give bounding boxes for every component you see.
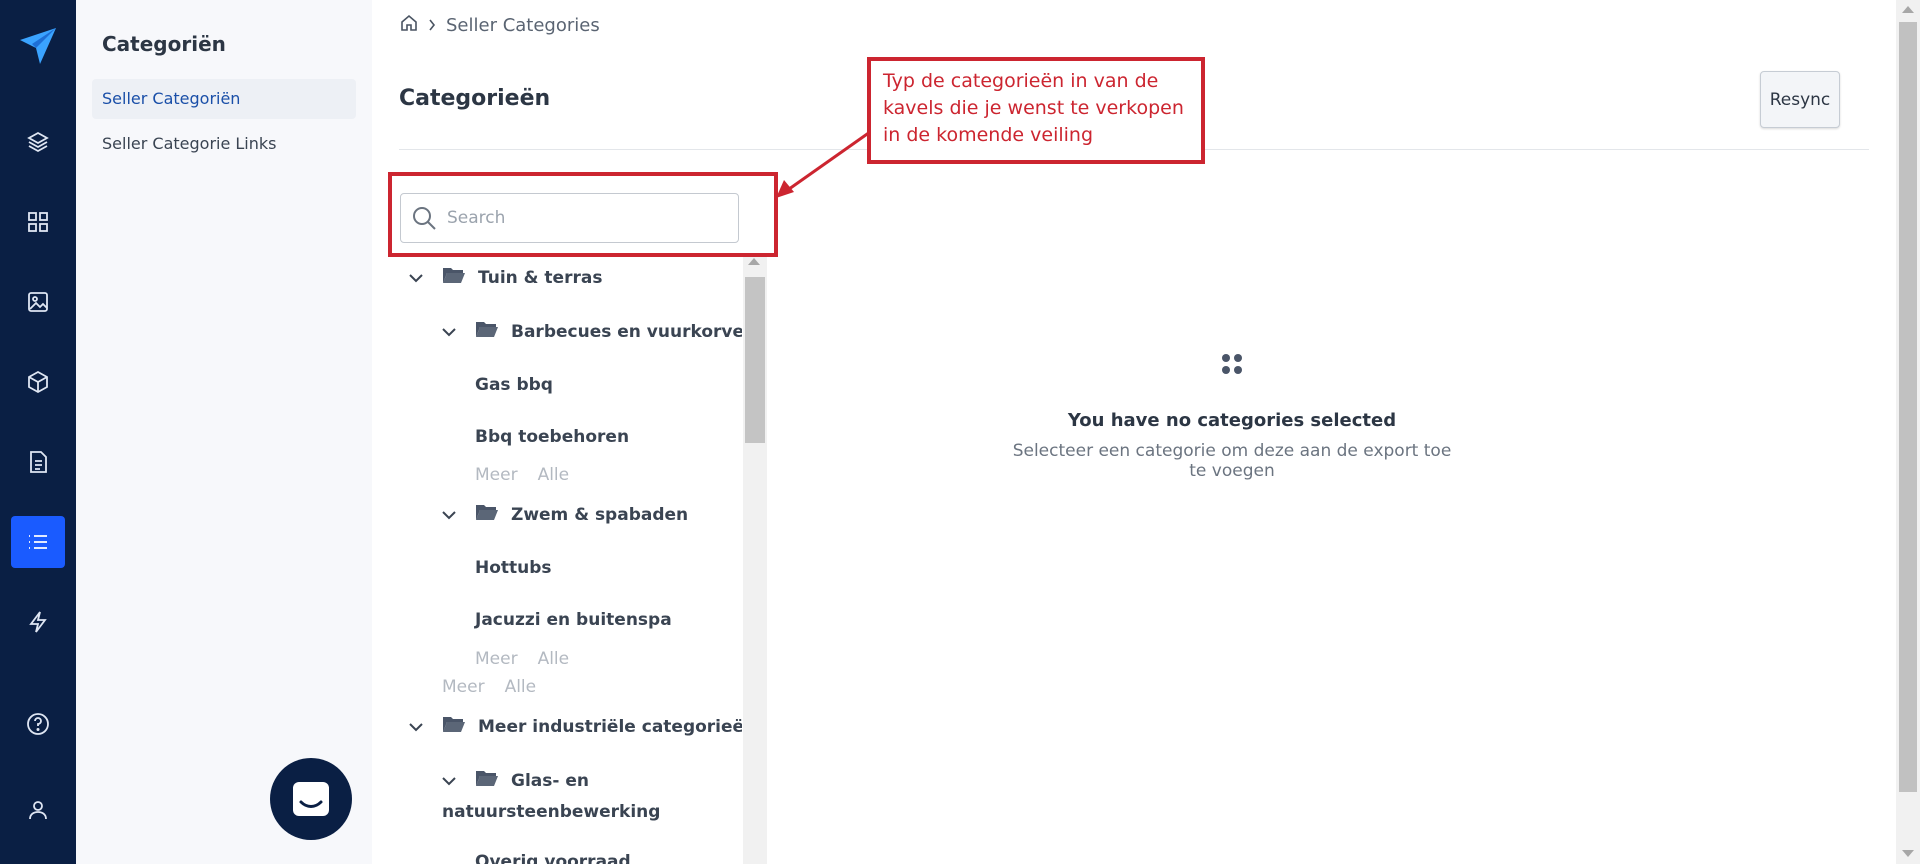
document-icon[interactable]: [11, 436, 65, 488]
user-icon[interactable]: [11, 784, 65, 836]
sidebar-item-seller-categorie-links[interactable]: Seller Categorie Links: [92, 124, 356, 164]
annotation-line: Typ de categorieën in van de: [883, 70, 1159, 92]
sidebar-title: Categoriën: [102, 32, 226, 56]
annotation-highlight-box: [388, 172, 778, 257]
chevron-down-icon[interactable]: [408, 268, 426, 288]
chevron-down-icon[interactable]: [441, 322, 459, 342]
chevron-down-icon[interactable]: [441, 505, 459, 525]
tree-more-links: Meer Alle: [475, 465, 569, 485]
chevron-down-icon[interactable]: [441, 771, 459, 791]
tree-folder-tuin-terras[interactable]: Tuin & terras: [408, 265, 602, 290]
tree-folder-industriele[interactable]: Meer industriële categorieën: [408, 714, 742, 739]
tree-folder-label: Meer industriële categorieën: [478, 716, 742, 737]
breadcrumb: Seller Categories: [400, 14, 600, 37]
meer-link[interactable]: Meer: [475, 649, 518, 669]
tree-leaf-overig-voorraad[interactable]: Overig voorraad: [475, 852, 631, 864]
tree-folder-glas[interactable]: Glas- en: [441, 768, 589, 793]
tree-leaf-jacuzzi[interactable]: Jacuzzi en buitenspa: [475, 610, 672, 630]
tree-scrollbar-thumb[interactable]: [745, 277, 765, 443]
folder-open-icon: [442, 265, 466, 290]
tree-folder-label-continued: natuursteenbewerking: [442, 802, 661, 822]
resync-button[interactable]: Resync: [1760, 71, 1840, 128]
chevron-right-icon: [428, 15, 436, 36]
tree-folder-label: Tuin & terras: [478, 267, 603, 288]
category-tree: Tuin & terras Barbecues en vuurkorven Ga…: [372, 255, 742, 864]
sidebar-item-seller-categorien[interactable]: Seller Categoriën: [92, 79, 356, 119]
tree-leaf-hottubs[interactable]: Hottubs: [475, 558, 552, 578]
sub-sidebar: Categoriën Seller Categoriën Seller Cate…: [76, 0, 372, 864]
empty-state-subtext: Selecteer een categorie om deze aan de e…: [1012, 441, 1452, 481]
tree-leaf-bbq-toebehoren[interactable]: Bbq toebehoren: [475, 427, 629, 447]
home-icon[interactable]: [400, 14, 418, 37]
image-icon[interactable]: [11, 276, 65, 328]
box-icon[interactable]: [11, 356, 65, 408]
help-icon[interactable]: [11, 698, 65, 750]
scroll-up-arrow[interactable]: [748, 258, 760, 265]
empty-state-headline: You have no categories selected: [1067, 410, 1397, 431]
meer-link[interactable]: Meer: [475, 465, 518, 485]
page-title: Categorieën: [399, 86, 551, 111]
annotation-line: in de komende veiling: [883, 124, 1094, 146]
folder-open-icon: [475, 768, 499, 793]
tree-leaf-gas-bbq[interactable]: Gas bbq: [475, 375, 553, 395]
breadcrumb-current[interactable]: Seller Categories: [446, 15, 600, 36]
icon-rail: [0, 0, 76, 864]
tree-folder-label: Zwem & spabaden: [511, 504, 689, 525]
chat-launcher-button[interactable]: [270, 758, 352, 840]
chevron-down-icon[interactable]: [408, 717, 426, 737]
tree-folder-label: Barbecues en vuurkorven: [511, 321, 742, 342]
alle-link[interactable]: Alle: [538, 649, 570, 669]
annotation-note: Typ de categorieën in van de kavels die …: [867, 57, 1205, 164]
page-scrollbar[interactable]: [1896, 0, 1920, 864]
empty-state: You have no categories selected Selectee…: [1002, 352, 1462, 481]
grid-icon[interactable]: [11, 196, 65, 248]
annotation-line: kavels die je wenst te verkopen: [883, 97, 1184, 119]
meer-link[interactable]: Meer: [442, 677, 485, 697]
tree-more-links: Meer Alle: [442, 677, 536, 697]
alle-link[interactable]: Alle: [538, 465, 570, 485]
tree-more-links: Meer Alle: [475, 649, 569, 669]
scroll-down-arrow[interactable]: [1902, 850, 1914, 857]
folder-open-icon: [442, 714, 466, 739]
folder-open-icon: [475, 502, 499, 527]
scroll-up-arrow[interactable]: [1902, 6, 1914, 13]
drag-dots-icon: [1220, 352, 1244, 380]
folder-open-icon: [475, 319, 499, 344]
page-scrollbar-thumb[interactable]: [1899, 22, 1917, 792]
layers-icon[interactable]: [11, 116, 65, 168]
tree-folder-zwem-spabaden[interactable]: Zwem & spabaden: [441, 502, 688, 527]
tree-folder-barbecues[interactable]: Barbecues en vuurkorven: [441, 319, 742, 344]
list-icon[interactable]: [11, 516, 65, 568]
alle-link[interactable]: Alle: [505, 677, 537, 697]
paper-plane-logo-icon[interactable]: [18, 26, 58, 66]
chat-icon: [293, 782, 329, 816]
annotation-arrow-icon: [776, 130, 871, 198]
tree-folder-label: Glas- en: [511, 770, 589, 791]
lightning-icon[interactable]: [11, 596, 65, 648]
